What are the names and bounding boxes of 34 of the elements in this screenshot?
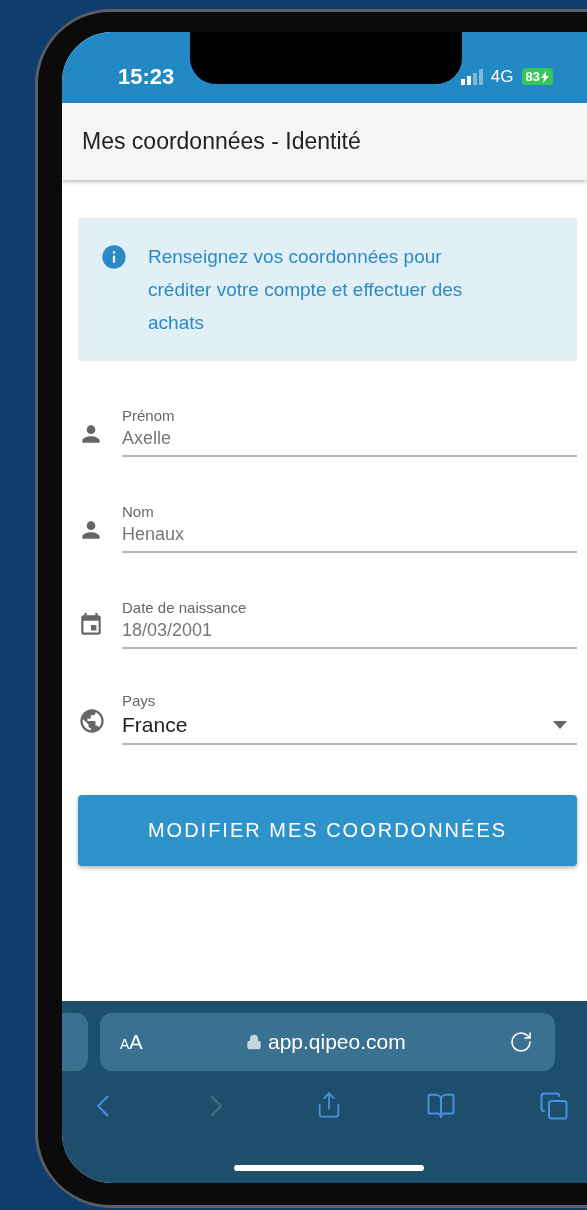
field-value: France <box>122 713 188 737</box>
info-text: Renseignez vos coordonnées pour créditer votre compte et effectuer des achats <box>148 245 464 335</box>
text-field[interactable]: Prénom Axelle <box>122 407 577 457</box>
bolt-icon <box>541 70 549 83</box>
submit-button[interactable]: MODIFIER MES COORDONNÉES <box>78 795 577 866</box>
field-value: Axelle <box>122 428 172 449</box>
text-field[interactable]: Nom Henaux <box>122 503 577 553</box>
address-bar[interactable]: AA app.qipeo.com <box>100 1013 555 1071</box>
text-field[interactable]: Date de naissance 18/03/2001 <box>122 599 577 649</box>
field-value: 18/03/2001 <box>122 620 213 641</box>
info-icon <box>100 243 128 271</box>
url-text: app.qipeo.com <box>267 1030 406 1054</box>
dropdown-caret-icon <box>553 721 567 729</box>
tabs-button[interactable] <box>539 1091 569 1121</box>
globe-icon <box>78 707 106 735</box>
text-size-button[interactable]: AA <box>120 1030 143 1054</box>
chevron-right-icon <box>210 1095 223 1117</box>
field-label: Nom <box>122 503 155 520</box>
reload-icon[interactable] <box>509 1030 533 1054</box>
field-value: Henaux <box>122 524 185 545</box>
country-select[interactable]: Pays France <box>122 692 577 745</box>
adjacent-tab[interactable] <box>62 1013 88 1071</box>
bookmarks-button[interactable] <box>425 1091 456 1121</box>
battery-indicator: 83 <box>521 68 553 85</box>
page-title: Mes coordonnées - Identité <box>82 128 361 155</box>
status-time: 15:23 <box>118 63 175 90</box>
signal-icon <box>460 68 483 85</box>
field-label: Pays <box>122 692 157 709</box>
field-label: Date de naissance <box>122 599 248 616</box>
chevron-left-icon <box>97 1095 109 1117</box>
network-label: 4G <box>490 66 514 87</box>
field-label: Prénom <box>122 407 176 424</box>
overlapping-squares-icon <box>539 1091 569 1121</box>
open-book-icon <box>425 1091 456 1121</box>
